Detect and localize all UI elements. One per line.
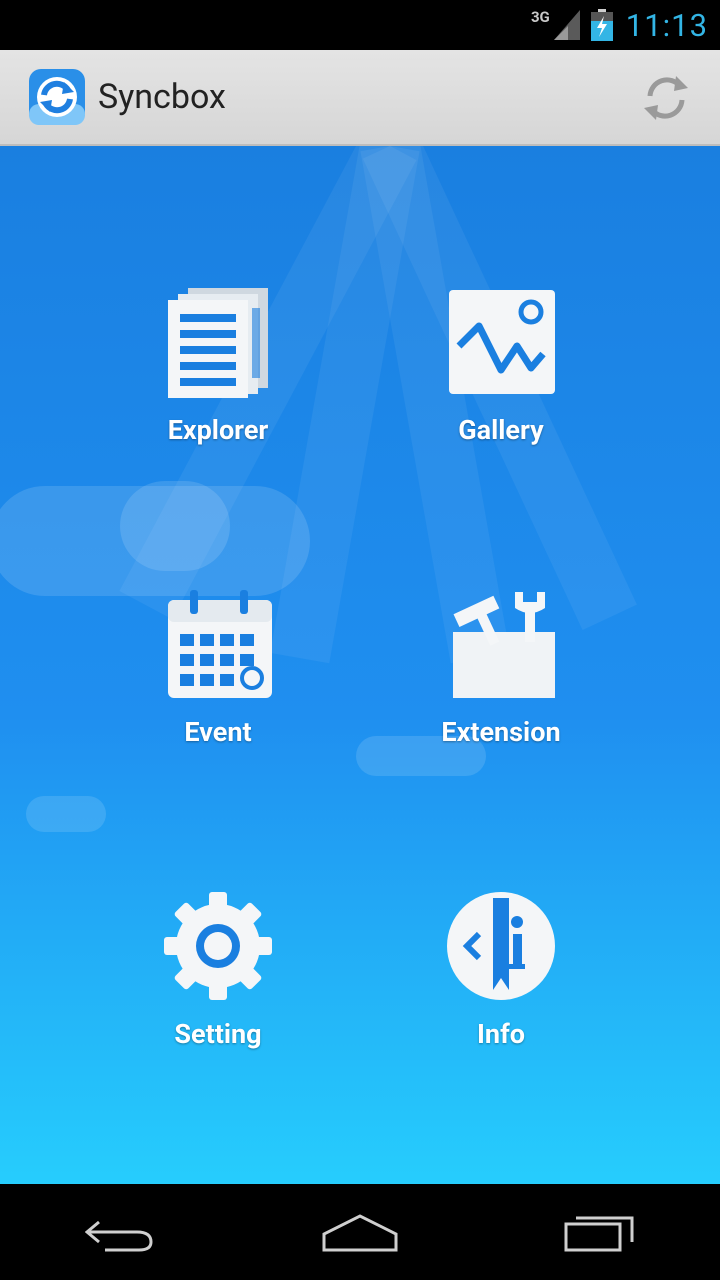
tile-gallery[interactable]: Gallery <box>391 284 611 504</box>
back-icon <box>85 1220 153 1252</box>
toolbox-icon <box>453 592 555 698</box>
app-title: Syncbox <box>98 77 226 117</box>
back-button[interactable] <box>80 1207 160 1257</box>
clock: 11:13 <box>625 6 708 44</box>
recents-icon <box>564 1216 634 1252</box>
tile-label-extension: Extension <box>441 716 561 748</box>
action-bar: Syncbox <box>0 50 720 146</box>
network-type: 3G <box>530 8 550 26</box>
main-dashboard: Explorer Gallery Event Extension Setting… <box>0 146 720 1184</box>
tile-setting[interactable]: Setting <box>108 888 328 1108</box>
status-bar: 3G 11:13 <box>0 0 720 50</box>
navigation-bar <box>0 1184 720 1280</box>
picture-icon <box>449 290 555 394</box>
cloud <box>26 796 106 832</box>
tile-event[interactable]: Event <box>108 586 328 806</box>
recents-button[interactable] <box>560 1207 640 1257</box>
tile-label-setting: Setting <box>174 1018 262 1050</box>
tile-label-event: Event <box>184 716 252 748</box>
documents-icon <box>168 288 268 398</box>
home-icon <box>322 1214 398 1252</box>
battery-charging-icon <box>590 9 613 41</box>
home-button[interactable] <box>320 1207 400 1257</box>
gear-icon <box>164 892 272 1000</box>
tile-label-explorer: Explorer <box>167 414 269 446</box>
tile-label-info: Info <box>477 1018 525 1050</box>
refresh-icon[interactable] <box>638 70 694 126</box>
tile-info[interactable]: Info <box>391 888 611 1108</box>
signal-icon <box>553 10 580 40</box>
tile-label-gallery: Gallery <box>458 414 544 446</box>
tile-extension[interactable]: Extension <box>391 586 611 806</box>
calendar-icon <box>168 590 272 698</box>
syncbox-logo-icon <box>29 69 85 125</box>
info-icon <box>447 892 555 1000</box>
tile-explorer[interactable]: Explorer <box>108 284 328 504</box>
